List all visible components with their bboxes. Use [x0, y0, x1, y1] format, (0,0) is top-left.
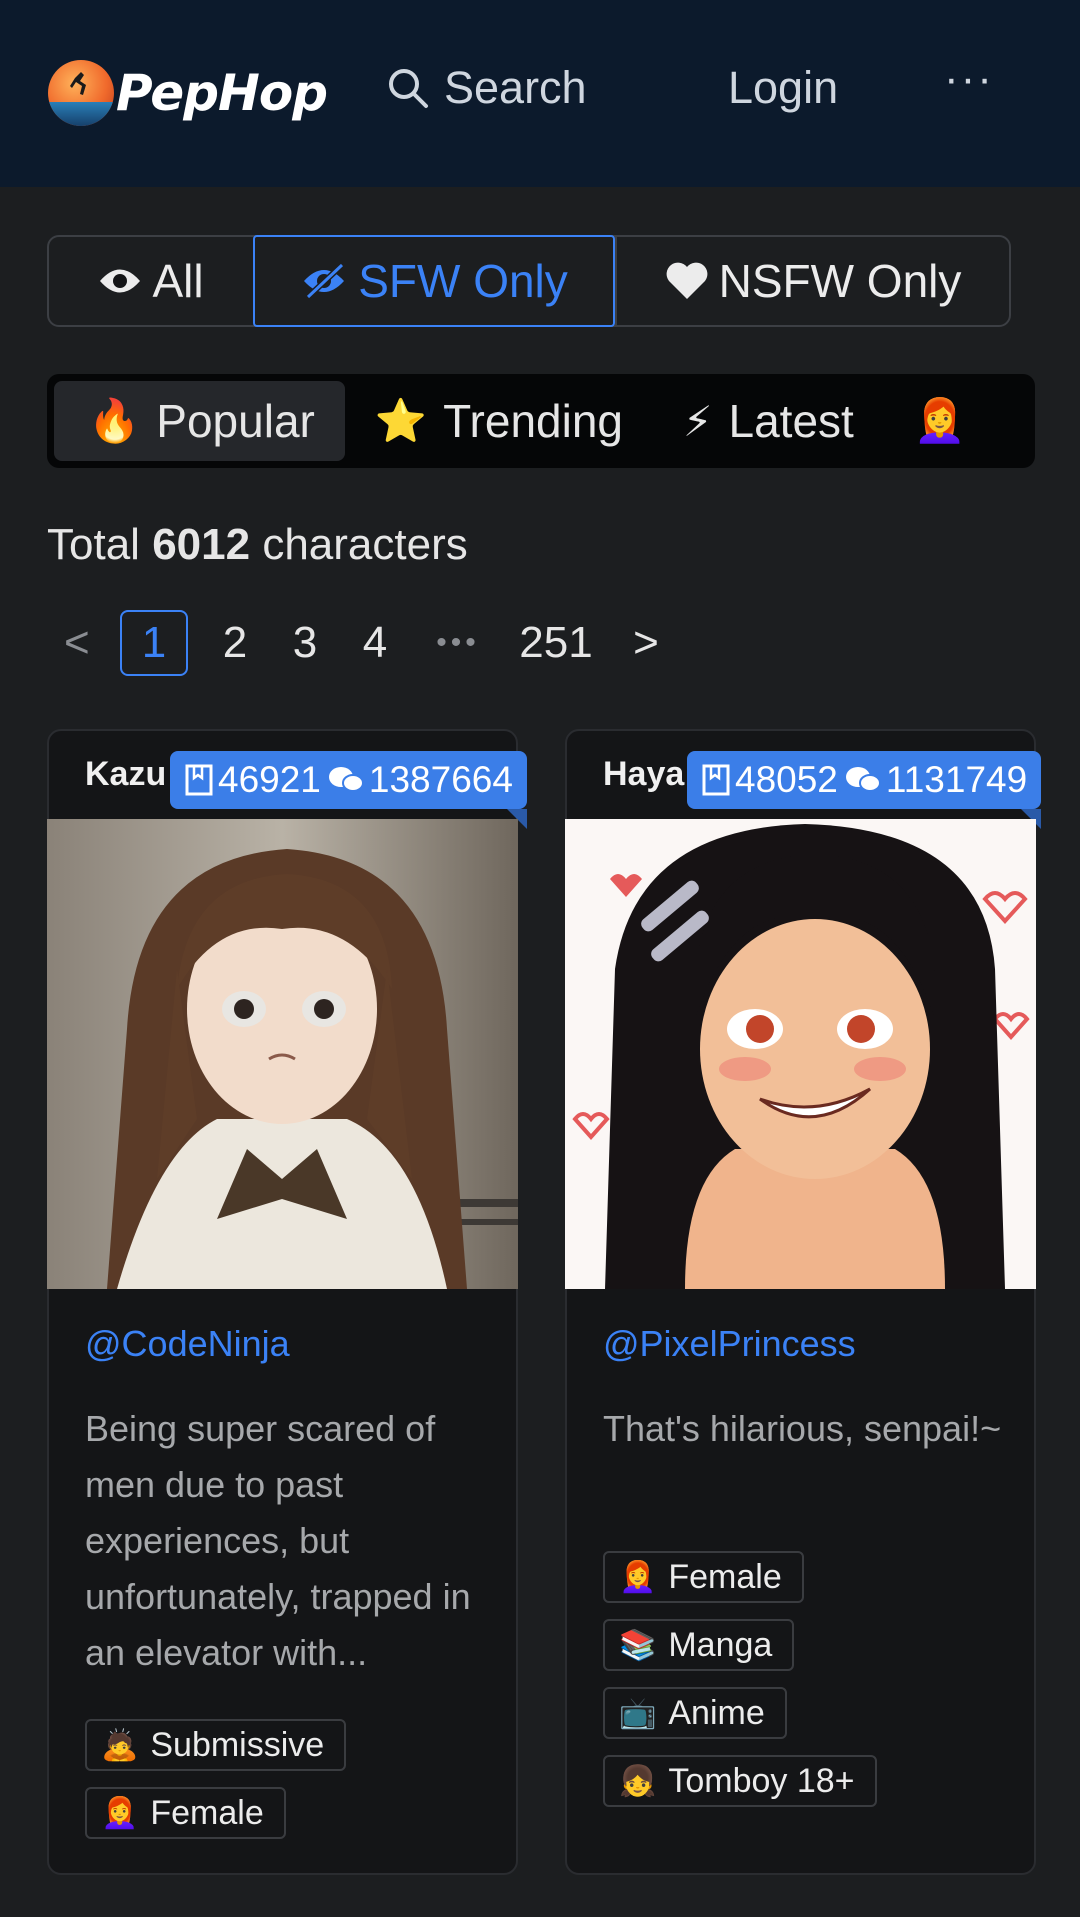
tab-female[interactable]: 👩‍🦰	[884, 381, 1012, 461]
female-icon: 👩‍🦰	[101, 1796, 139, 1830]
female-icon: 👩‍🦰	[619, 1560, 657, 1594]
total-count: 6012	[152, 520, 251, 569]
tab-latest[interactable]: ⚡ Latest	[653, 381, 884, 461]
filter-sfw-button[interactable]: SFW Only	[253, 235, 615, 327]
chat-icon	[845, 767, 881, 792]
character-portrait	[565, 819, 1036, 1289]
character-card[interactable]: Haya 48052 1131749 @PixelPrincess That's…	[565, 729, 1042, 1875]
books-icon: 📚	[619, 1628, 657, 1662]
character-description: That's hilarious, senpai!~	[603, 1408, 1002, 1449]
search-button[interactable]: Search	[386, 62, 587, 114]
stats-badge: 48052 1131749	[687, 751, 1042, 829]
page-1-button[interactable]: 1	[120, 610, 188, 676]
tab-label: Latest	[728, 395, 854, 447]
tab-trending[interactable]: ⭐ Trending	[345, 381, 653, 461]
character-description: Being super scared of men due to past ex…	[85, 1408, 471, 1673]
page-last-button[interactable]: 251	[506, 618, 606, 668]
prev-page-icon[interactable]: <	[64, 618, 120, 668]
tag-label: Anime	[668, 1693, 765, 1732]
views-count: 48052	[735, 759, 838, 800]
page-3-button[interactable]: 3	[270, 618, 340, 668]
eye-icon	[100, 269, 141, 293]
female-icon: 👩‍🦰	[913, 396, 967, 444]
brand-name: PepHop	[116, 64, 328, 122]
star-icon: ⭐	[374, 396, 428, 444]
tag-label: Female	[668, 1557, 782, 1596]
character-card[interactable]: Kazu 46921 1387664 @CodeNinja Being supe…	[47, 729, 527, 1875]
stats-badge: 46921 1387664	[170, 751, 527, 829]
search-icon	[389, 69, 428, 108]
tag-label: Female	[150, 1793, 264, 1832]
sort-tabs: 🔥 Popular ⭐ Trending ⚡ Latest 👩‍🦰	[47, 374, 1035, 468]
character-portrait	[47, 819, 518, 1289]
tag-label: Submissive	[150, 1725, 325, 1764]
tab-label: Popular	[156, 395, 315, 447]
filter-sfw-label: SFW Only	[358, 255, 568, 307]
author-link[interactable]: @CodeNinja	[85, 1323, 290, 1365]
next-page-icon[interactable]: >	[606, 618, 686, 668]
chat-icon	[328, 767, 364, 792]
lightning-icon: ⚡	[683, 397, 713, 445]
tag-chip[interactable]: 📚 Manga	[603, 1619, 795, 1671]
tab-label: Trending	[443, 395, 624, 447]
character-name: Haya	[603, 755, 685, 793]
girl-icon: 👧	[619, 1764, 657, 1798]
tab-popular[interactable]: 🔥 Popular	[54, 381, 345, 461]
tag-chip[interactable]: 🙇 Submissive	[85, 1719, 347, 1771]
tv-icon: 📺	[619, 1696, 657, 1730]
filter-all-button[interactable]: All	[49, 237, 253, 325]
author-link[interactable]: @PixelPrincess	[603, 1323, 856, 1365]
fire-icon: 🔥	[88, 396, 141, 444]
tag-chip[interactable]: 📺 Anime	[603, 1687, 787, 1739]
total-prefix: Total	[47, 520, 140, 569]
page-ellipsis[interactable]: •••	[410, 626, 506, 660]
page-2-button[interactable]: 2	[200, 618, 270, 668]
pagination: < 1 2 3 4 ••• 251 >	[64, 610, 686, 676]
tag-chip[interactable]: 👧 Tomboy 18+	[603, 1755, 877, 1807]
filter-all-label: All	[152, 255, 204, 307]
chats-count: 1131749	[885, 759, 1028, 800]
tag-list: 🙇 Submissive 👩‍🦰 Female	[85, 1719, 347, 1855]
tag-label: Tomboy 18+	[668, 1761, 855, 1800]
book-icon	[185, 764, 213, 796]
filter-nsfw-label: NSFW Only	[718, 255, 962, 307]
total-characters: Total 6012 characters	[47, 520, 468, 570]
search-label: Search	[444, 62, 587, 113]
chats-count: 1387664	[368, 759, 513, 800]
total-suffix: characters	[262, 520, 468, 569]
filter-nsfw-button[interactable]: NSFW Only	[615, 237, 1009, 325]
more-menu-icon[interactable]: ···	[944, 54, 994, 104]
logo-icon	[48, 60, 114, 126]
tag-chip[interactable]: 👩‍🦰 Female	[85, 1787, 286, 1839]
login-button[interactable]: Login	[728, 62, 838, 114]
tag-chip[interactable]: 👩‍🦰 Female	[603, 1551, 804, 1603]
tag-label: Manga	[668, 1625, 773, 1664]
bowing-icon: 🙇	[101, 1728, 139, 1762]
book-icon	[702, 764, 730, 796]
page-4-button[interactable]: 4	[340, 618, 410, 668]
character-name: Kazu	[85, 755, 167, 793]
brand-logo[interactable]: PepHop	[48, 60, 328, 126]
top-navigation-bar: PepHop Search Login ···	[0, 0, 1080, 187]
eye-off-icon	[304, 263, 345, 299]
heart-icon	[666, 262, 708, 299]
tag-list: 👩‍🦰 Female 📚 Manga 📺 Anime 👧 Tomboy 18+	[603, 1551, 877, 1823]
content-filter-segmented: All SFW Only NSFW Only	[47, 235, 1011, 327]
views-count: 46921	[218, 759, 321, 800]
